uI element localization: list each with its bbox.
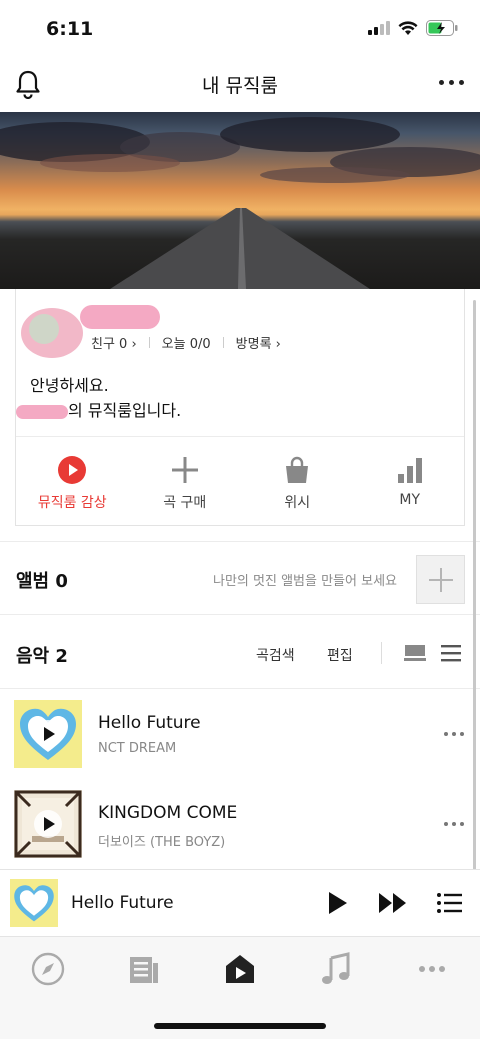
username-redacted	[80, 305, 160, 329]
greeting-line-1: 안녕하세요.	[30, 376, 109, 395]
list-view-icon[interactable]	[441, 644, 461, 662]
listen-room-label: 뮤직룸 감상	[37, 495, 107, 511]
track-row[interactable]: KINGDOM COME 더보이즈 (THE BOYZ)	[0, 779, 480, 869]
card-view-icon[interactable]	[404, 645, 426, 661]
album-art	[14, 700, 82, 768]
track-more-icon[interactable]	[444, 732, 464, 736]
today-count: 오늘 0/0	[161, 337, 211, 352]
edit-button[interactable]: 편집	[327, 645, 353, 665]
tab-bar	[0, 936, 480, 1039]
now-playing-title: Hello Future	[71, 893, 174, 913]
wish-button[interactable]: 위시	[241, 437, 354, 525]
news-icon[interactable]	[126, 951, 162, 987]
bar-chart-icon	[397, 458, 422, 483]
signal-icon	[368, 21, 390, 35]
album-section: 앨범 0 나만의 멋진 앨범을 만들어 보세요	[0, 541, 480, 615]
greeting-text: 안녕하세요. 의 뮤직룸입니다.	[16, 373, 182, 423]
more-options-icon[interactable]	[439, 80, 464, 85]
scrollbar[interactable]	[473, 300, 476, 870]
track-title: Hello Future	[98, 713, 201, 733]
wish-label: 위시	[284, 495, 311, 511]
listen-room-button[interactable]: 뮤직룸 감상	[16, 437, 129, 525]
app-header: 내 뮤직룸	[0, 58, 480, 112]
status-time: 6:11	[46, 18, 94, 40]
buy-song-label: 곡 구매	[163, 495, 207, 511]
battery-icon	[426, 20, 458, 36]
music-title: 음악 2	[16, 646, 68, 667]
guestbook-link[interactable]: 방명록 ›	[236, 333, 281, 352]
home-indicator	[154, 1023, 326, 1029]
avatar[interactable]	[21, 308, 83, 358]
music-note-icon[interactable]	[318, 951, 354, 987]
profile-stats: 친구 0 › 오늘 0/0 방명록 ›	[91, 333, 281, 352]
compass-icon[interactable]	[30, 951, 66, 987]
play-icon[interactable]	[34, 810, 62, 838]
profile-card: 친구 0 › 오늘 0/0 방명록 › 안녕하세요. 의 뮤직룸입니다. 뮤직룸…	[15, 289, 465, 526]
home-music-icon[interactable]	[222, 951, 258, 987]
track-artist: NCT DREAM	[98, 741, 177, 756]
play-circle-icon	[58, 456, 87, 484]
divider	[381, 642, 382, 664]
play-icon[interactable]	[329, 892, 347, 914]
album-hint: 나만의 멋진 앨범을 만들어 보세요	[213, 574, 397, 589]
album-art	[14, 790, 82, 858]
buy-song-button[interactable]: 곡 구매	[129, 437, 242, 525]
play-icon[interactable]	[34, 720, 62, 748]
road-image	[110, 208, 370, 289]
now-playing-art	[10, 879, 58, 927]
greeting-line-2: 의 뮤직룸입니다.	[68, 401, 182, 420]
page-title: 내 뮤직룸	[202, 75, 278, 97]
track-more-icon[interactable]	[444, 822, 464, 826]
status-bar: 6:11	[0, 0, 480, 58]
more-icon[interactable]	[414, 951, 450, 987]
plus-icon	[171, 457, 198, 483]
wifi-icon	[398, 20, 418, 35]
search-songs-button[interactable]: 곡검색	[256, 645, 295, 665]
mini-player[interactable]: Hello Future	[0, 869, 480, 936]
action-bar: 뮤직룸 감상 곡 구매 위시 MY	[16, 437, 466, 525]
album-title: 앨범 0	[16, 571, 68, 592]
track-row[interactable]: Hello Future NCT DREAM	[0, 689, 480, 779]
track-title: KINGDOM COME	[98, 803, 238, 823]
cover-banner	[0, 112, 480, 289]
my-label: MY	[399, 492, 421, 508]
owner-name-redacted	[16, 404, 68, 419]
status-icons	[368, 20, 458, 36]
track-artist: 더보이즈 (THE BOYZ)	[98, 835, 226, 850]
playlist-icon[interactable]	[437, 892, 462, 914]
friends-link[interactable]: 친구 0 ›	[91, 333, 137, 352]
fast-forward-icon[interactable]	[378, 892, 408, 914]
shopping-bag-icon	[286, 456, 309, 483]
music-section-header: 음악 2 곡검색 편집	[0, 615, 480, 689]
my-button[interactable]: MY	[354, 437, 467, 525]
add-album-button[interactable]	[416, 555, 465, 604]
